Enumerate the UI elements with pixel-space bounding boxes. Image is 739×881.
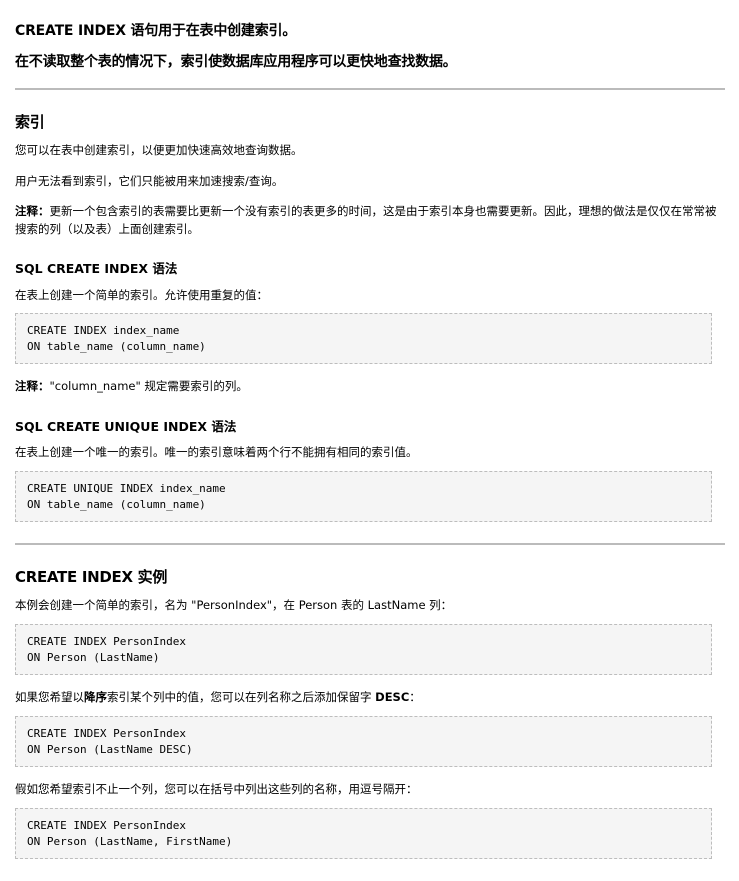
code-line: CREATE INDEX PersonIndex [27, 819, 186, 832]
code-block: CREATE INDEX PersonIndex ON Person (LastN… [15, 624, 712, 675]
paragraph: 如果您希望以降序索引某个列中的值，您可以在列名称之后添加保留字 DESC： [15, 688, 421, 706]
paragraph: 本例会创建一个简单的索引，名为 "PersonIndex"，在 Person 表… [15, 598, 453, 612]
code-block: CREATE UNIQUE INDEX index_name ON table_n… [15, 471, 712, 522]
note-text: 更新一个包含索引的表需要比更新一个没有索引的表更多的时间，这是由于索引本身也需要… [15, 204, 717, 236]
paragraph: 用户无法看到索引，它们只能被用来加速搜索/查询。 [15, 174, 284, 188]
section-title-index: 索引 [15, 113, 45, 131]
note-label: 注释： [15, 379, 50, 393]
keyword-desc: DESC [375, 690, 410, 704]
code-line: CREATE INDEX PersonIndex [27, 727, 186, 740]
code-line: CREATE INDEX index_name [27, 324, 180, 337]
code-block: CREATE INDEX index_name ON table_name (co… [15, 313, 712, 364]
code-block: CREATE INDEX PersonIndex ON Person (LastN… [15, 716, 712, 767]
code-line: CREATE UNIQUE INDEX index_name [27, 482, 226, 495]
paragraph: 假如您希望索引不止一个列，您可以在括号中列出这些列的名称，用逗号隔开： [15, 782, 418, 796]
code-line: ON table_name (column_name) [27, 497, 206, 511]
note-paragraph: 注释："column_name" 规定需要索引的列。 [15, 377, 248, 395]
text-span: 索引某个列中的值，您可以在列名称之后添加保留字 [107, 690, 376, 704]
code-line: ON table_name (column_name) [27, 339, 206, 353]
paragraph: 您可以在表中创建索引，以便更加快速高效地查询数据。 [15, 143, 303, 157]
intro-line-2: 在不读取整个表的情况下，索引使数据库应用程序可以更快地查找数据。 [15, 54, 457, 70]
section-title-unique-syntax: SQL CREATE UNIQUE INDEX 语法 [15, 419, 237, 434]
intro-line-1: CREATE INDEX 语句用于在表中创建索引。 [15, 23, 297, 39]
emphasis-text: 降序 [84, 690, 107, 704]
section-divider [15, 543, 725, 545]
note-paragraph: 注释：更新一个包含索引的表需要比更新一个没有索引的表更多的时间，这是由于索引本身… [15, 202, 725, 238]
text-span: ： [409, 690, 421, 704]
section-title-syntax: SQL CREATE INDEX 语法 [15, 261, 178, 276]
code-line: ON Person (LastName) [27, 650, 160, 664]
note-text: "column_name" 规定需要索引的列。 [49, 379, 248, 393]
section-divider [15, 88, 725, 90]
code-line: ON Person (LastName DESC) [27, 742, 193, 756]
note-label: 注释： [15, 204, 50, 218]
paragraph: 在表上创建一个唯一的索引。唯一的索引意味着两个行不能拥有相同的索引值。 [15, 445, 418, 459]
paragraph: 在表上创建一个简单的索引。允许使用重复的值： [15, 288, 268, 302]
code-line: CREATE INDEX PersonIndex [27, 635, 186, 648]
text-span: 如果您希望以 [15, 690, 84, 704]
section-title-example: CREATE INDEX 实例 [15, 568, 168, 586]
code-block: CREATE INDEX PersonIndex ON Person (LastN… [15, 808, 712, 859]
code-line: ON Person (LastName, FirstName) [27, 834, 233, 848]
